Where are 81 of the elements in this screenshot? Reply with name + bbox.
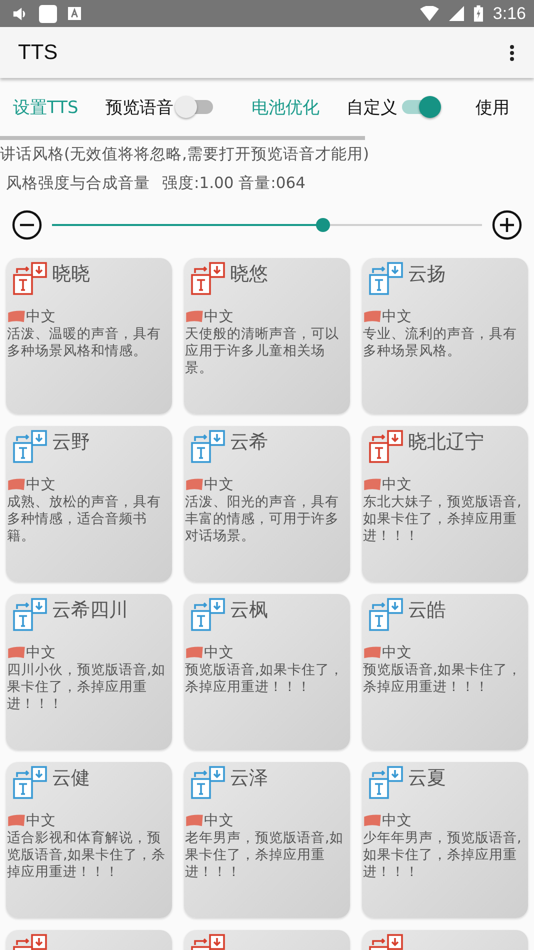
language-label: 中文 [204, 812, 234, 830]
voice-card[interactable]: 云皓 中文 预览版语音,如果卡住了，杀掉应用重进！！！ [362, 594, 528, 750]
flag-icon [7, 646, 26, 659]
voice-description: 活泼、温暖的声音，具有多种场景风格和情感。 [6, 326, 162, 360]
toolbar-button[interactable]: 设置TTS [13, 96, 78, 118]
voice-card[interactable]: 云野 中文 成熟、放松的声音，具有多种情感，适合音频书籍。 [6, 426, 172, 582]
language-label: 中文 [26, 308, 56, 326]
voice-name: 晓北辽宁 [408, 430, 484, 455]
voice-description: 少年年男声，预览版语音,如果卡住了，杀掉应用重进！！！ [362, 830, 522, 881]
style-note: 讲话风格(无效值将将忽略,需要打开预览语音才能用) [0, 144, 370, 165]
keyboard-icon [68, 7, 81, 20]
voice-description: 老年男声，预览版语音,如果卡住了，杀掉应用重进！！！ [184, 830, 344, 881]
slider-thumb[interactable] [316, 218, 330, 232]
voice-card[interactable]: 云夏 中文 少年年男声，预览版语音,如果卡住了，杀掉应用重进！！！ [362, 762, 528, 918]
strength-label: 风格强度与合成音量 [6, 173, 150, 194]
voice-name: 云希四川 [52, 598, 128, 623]
voice-name: 云皓 [408, 598, 446, 623]
flag-icon [185, 310, 204, 323]
voice-description: 预览版语音,如果卡住了，杀掉应用重进！！！ [362, 662, 522, 696]
voice-description: 成熟、放松的声音，具有多种情感，适合音频书籍。 [6, 494, 162, 545]
language-label: 中文 [204, 644, 234, 662]
voice-description: 专业、流利的声音，具有多种场景风格。 [362, 326, 518, 360]
language-label: 中文 [26, 476, 56, 494]
battery-icon [474, 5, 483, 22]
voice-card[interactable]: 云希 中文 活泼、阳光的声音，具有丰富的情感，可用于许多对话场景。 [184, 426, 350, 582]
volume-icon [12, 6, 28, 22]
flag-icon [7, 310, 26, 323]
voice-name: 云泽 [230, 766, 268, 791]
flag-icon [363, 814, 382, 827]
voice-name: 云枫 [230, 598, 268, 623]
voice-name: 云夏 [408, 766, 446, 791]
language-label: 中文 [382, 812, 412, 830]
voice-name: 云扬 [408, 262, 446, 287]
strength-reading: 强度:1.00 音量:064 [162, 173, 306, 194]
voice-name: 云野 [52, 430, 90, 455]
flag-icon [363, 310, 382, 323]
voice-name: 晓晓 [52, 262, 90, 287]
voice-card[interactable]: 晓悠 中文 天使般的清晰声音，可以应用于许多儿童相关场景。 [184, 258, 350, 414]
language-label: 中文 [204, 476, 234, 494]
signal-icon [448, 6, 464, 21]
voice-description: 天使般的清晰声音，可以应用于许多儿童相关场景。 [184, 326, 340, 377]
flag-icon [185, 814, 204, 827]
voice-name: 云健 [52, 766, 90, 791]
switch-label: 自定义 [346, 96, 398, 118]
voice-card[interactable]: 晓晓 中文 活泼、温暖的声音，具有多种场景风格和情感。 [6, 258, 172, 414]
wifi-icon [420, 6, 439, 21]
language-label: 中文 [382, 308, 412, 326]
language-label: 中文 [382, 476, 412, 494]
language-label: 中文 [382, 644, 412, 662]
voice-card[interactable]: 云扬 中文 专业、流利的声音，具有多种场景风格。 [362, 258, 528, 414]
voice-card[interactable]: 云希四川 中文 四川小伙，预览版语音,如果卡住了，杀掉应用重进！！！ [6, 594, 172, 750]
toolbar-button[interactable]: 电池优化 [251, 96, 320, 118]
app-title: TTS [18, 40, 58, 64]
voice-description: 适合影视和体育解说，预览版语音,如果卡住了，杀掉应用重进！！！ [6, 830, 166, 881]
notification-icon [38, 4, 58, 24]
switch-label: 预览语音 [105, 96, 174, 118]
flag-icon [363, 478, 382, 491]
voice-card[interactable]: 云泽 中文 老年男声，预览版语音,如果卡住了，杀掉应用重进！！！ [184, 762, 350, 918]
voice-description: 活泼、阳光的声音，具有丰富的情感，可用于许多对话场景。 [184, 494, 340, 545]
toggle-switch[interactable] [175, 95, 214, 119]
voice-description: 四川小伙，预览版语音,如果卡住了，杀掉应用重进！！！ [6, 662, 166, 713]
voice-card[interactable]: 云枫 中文 预览版语音,如果卡住了，杀掉应用重进！！！ [184, 594, 350, 750]
voice-description: 东北大妹子，预览版语音,如果卡住了，杀掉应用重进！！！ [362, 494, 522, 545]
language-label: 中文 [204, 308, 234, 326]
minus-icon[interactable] [12, 210, 42, 240]
clock: 3:16 [492, 4, 526, 24]
flag-icon [185, 646, 204, 659]
voice-name: 晓悠 [230, 262, 268, 287]
flag-icon [363, 646, 382, 659]
voice-name: 云希 [230, 430, 268, 455]
toolbar-label: 使用 [475, 96, 510, 118]
language-label: 中文 [26, 812, 56, 830]
language-label: 中文 [26, 644, 56, 662]
more-options-icon[interactable] [510, 44, 514, 60]
plus-icon[interactable] [492, 210, 522, 240]
voice-card[interactable]: 晓北辽宁 中文 东北大妹子，预览版语音,如果卡住了，杀掉应用重进！！！ [362, 426, 528, 582]
flag-icon [185, 478, 204, 491]
voice-description: 预览版语音,如果卡住了，杀掉应用重进！！！ [184, 662, 344, 696]
flag-icon [7, 478, 26, 491]
voice-card[interactable]: 云健 中文 适合影视和体育解说，预览版语音,如果卡住了，杀掉应用重进！！！ [6, 762, 172, 918]
flag-icon [7, 814, 26, 827]
